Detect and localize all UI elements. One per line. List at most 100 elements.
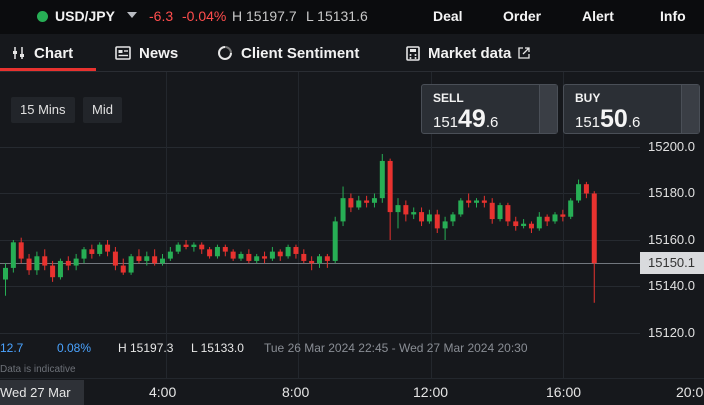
stat-low: L 15133.0 [191, 341, 244, 355]
news-icon [115, 46, 131, 60]
candle-body [50, 265, 56, 278]
candle-body [505, 205, 511, 222]
candle-body [450, 214, 456, 222]
y-tick-label: 15160.0 [648, 232, 695, 247]
candle-body [175, 244, 181, 252]
stat-change-percent: 0.08% [57, 341, 92, 355]
candle-body [301, 253, 307, 261]
x-tick-label: 16:00 [546, 384, 582, 400]
day-low: L 15131.6 [306, 8, 368, 24]
candle-body [411, 212, 417, 215]
tab-chart-label: Chart [34, 44, 74, 62]
candle-body [238, 253, 244, 259]
candle-body [481, 200, 487, 203]
price-type-selector[interactable]: Mid [83, 97, 122, 123]
candle-body [489, 202, 495, 220]
y-tick-label: 15140.0 [648, 278, 695, 293]
candle-body [144, 256, 150, 261]
candle-body [89, 249, 95, 254]
candle-body [568, 200, 574, 217]
candle-body [18, 242, 24, 259]
candle-body [214, 246, 220, 257]
candle-body [521, 223, 527, 227]
candle-body [207, 249, 213, 257]
day-high: H 15197.7 [232, 8, 297, 24]
candle-body [199, 244, 205, 250]
candle-body [254, 256, 260, 261]
x-tick-label: 12:00 [413, 384, 449, 400]
buy-side-handle [681, 85, 699, 133]
candle-body [26, 258, 32, 271]
sentiment-gauge-icon [218, 46, 232, 60]
candle-body [105, 244, 111, 252]
candle-body [332, 221, 338, 261]
price-change-percent: -0.04% [182, 8, 227, 24]
external-link-icon [518, 47, 531, 59]
tab-chart[interactable]: Chart [12, 34, 73, 72]
tab-market-data-label: Market data [428, 44, 512, 62]
candle-body [324, 256, 330, 261]
x-axis [0, 378, 704, 405]
candle-body [560, 214, 566, 217]
candle-body [152, 256, 158, 264]
market-open-indicator [37, 11, 48, 22]
info-button[interactable]: Info [660, 8, 686, 24]
chart-settings-icon [13, 47, 24, 59]
candle-body [419, 212, 425, 222]
candle-body [528, 223, 534, 229]
tab-bar: Chart News Client Sentiment Market data [0, 34, 704, 72]
sell-button[interactable]: SELL 15149.6 [421, 84, 558, 134]
crosshair-date-label: Wed 27 Mar [0, 385, 71, 400]
alert-button[interactable]: Alert [582, 8, 614, 24]
tab-news[interactable]: News [115, 34, 178, 72]
active-tab-indicator [0, 68, 96, 71]
candle-body [403, 205, 409, 215]
candle-body [317, 256, 322, 264]
candle-body [262, 256, 268, 259]
current-price-tag: 15150.1 [640, 252, 704, 274]
candle-body [591, 193, 597, 264]
candle-body [552, 214, 558, 222]
x-tick-label: 8:00 [282, 384, 310, 400]
candle-body [136, 256, 142, 261]
instrument-symbol[interactable]: USD/JPY [55, 8, 115, 24]
candle-body [387, 160, 393, 213]
market-data-icon [406, 45, 420, 61]
chevron-down-icon[interactable] [127, 12, 137, 18]
candle-body [81, 249, 87, 259]
tab-news-label: News [139, 44, 179, 62]
indicative-notice: Data is indicative [0, 364, 76, 375]
candle-body [65, 260, 71, 266]
candle-body [544, 216, 550, 222]
candle-body [222, 246, 228, 252]
sell-label: SELL [433, 91, 464, 105]
tab-client-sentiment[interactable]: Client Sentiment [217, 34, 359, 72]
candle-body [513, 221, 519, 227]
candle-body [379, 160, 385, 199]
deal-button[interactable]: Deal [433, 8, 463, 24]
instrument-header: USD/JPY -6.3 -0.04% H 15197.7 L 15131.6 … [0, 0, 704, 34]
candle-body [434, 214, 440, 229]
buy-button[interactable]: BUY 15150.6 [563, 84, 700, 134]
candle-body [474, 200, 479, 203]
candle-body [42, 256, 48, 266]
candle-body [128, 256, 134, 273]
order-button[interactable]: Order [503, 8, 541, 24]
x-tick-label: 4:00 [149, 384, 177, 400]
y-tick-label: 15200.0 [648, 139, 695, 154]
tab-market-data[interactable]: Market data [406, 34, 531, 72]
candle-body [73, 258, 79, 266]
candle-body [395, 205, 401, 213]
candle-body [277, 251, 283, 257]
interval-selector[interactable]: 15 Mins [11, 97, 75, 123]
stat-high: H 15197.3 [118, 341, 174, 355]
sell-side-handle [539, 85, 557, 133]
candle-body [57, 260, 63, 278]
candle-body [309, 260, 315, 264]
candle-body [167, 251, 173, 259]
stat-date-range: Tue 26 Mar 2024 22:45 - Wed 27 Mar 2024 … [264, 341, 528, 355]
candle-body [497, 205, 503, 220]
candle-body [230, 251, 236, 259]
candle-body [466, 200, 472, 203]
candle-body [269, 251, 275, 259]
